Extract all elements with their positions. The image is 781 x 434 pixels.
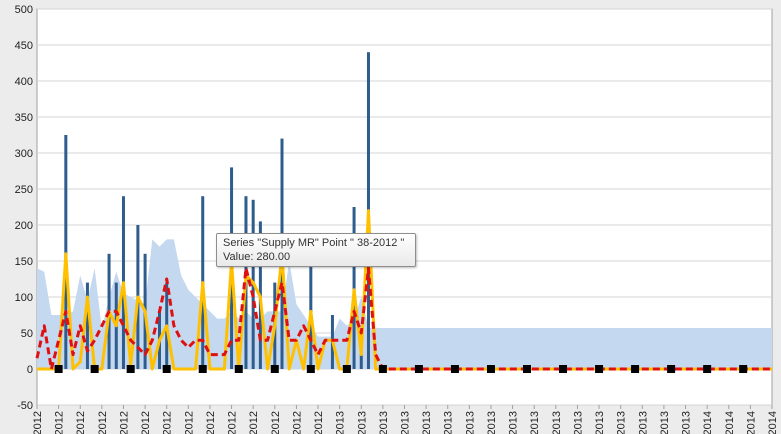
x-tick-label: 39-2013 [594,411,606,434]
x-tick-label: 13-2012 [32,411,44,434]
tooltip-series-line: Series "Supply MR" Point " 38-2012 " [223,237,405,249]
marker-point [162,365,171,373]
marker-point [667,365,676,373]
x-tick-label: 02-2014 [702,411,714,434]
x-tick-label: 42-2013 [616,411,628,434]
x-tick-label: 48-2013 [659,411,671,434]
x-tick-label: 51-2013 [681,411,693,434]
y-tick-label: -50 [17,400,33,412]
x-tick-label: 28-2012 [140,411,152,434]
x-tick-label: 06-2013 [356,411,368,434]
chart-svg: -50 0 50 100 150 200 250 300 350 400 450 500 13-2012… [15,4,779,434]
bar-mark [352,207,356,369]
x-tick-label: 18-2013 [443,411,455,434]
marker-point [90,365,99,373]
x-tick-label: 19-2012 [75,411,87,434]
marker-point [703,365,712,373]
y-tick-label: 450 [15,40,33,52]
x-tick-label: 49-2012 [291,411,303,434]
x-tick-label: 05-2014 [724,411,736,434]
x-tick-label: 40-2012 [227,411,239,434]
x-tick-label: 08-2014 [745,411,757,434]
marker-point [595,365,604,373]
y-tick-label: 400 [15,76,33,88]
x-tick-label: 21-2013 [464,411,476,434]
y-tick-label: 250 [15,184,33,196]
data-tooltip: Series "Supply MR" Point " 38-2012 " Val… [216,233,416,267]
x-tick-label: 36-2013 [572,411,584,434]
x-tick-label: 03-2013 [335,411,347,434]
x-tick-label: 43-2012 [248,411,260,434]
bar-mark [64,135,68,369]
marker-point [270,365,279,373]
x-tick-label: 37-2012 [205,411,217,434]
marker-point [559,365,568,373]
y-tick-label: 150 [15,256,33,268]
y-tick-label: 500 [15,4,33,16]
marker-point [234,365,243,373]
y-tick-label: 300 [15,148,33,160]
x-tick-label: 34-2012 [183,411,195,434]
marker-point [54,365,63,373]
y-tick-label: 100 [15,292,33,304]
x-tick-label: 45-2013 [637,411,649,434]
x-tick-label: 27-2013 [508,411,520,434]
x-tick-label: 31-2012 [162,411,174,434]
x-tick-label: 33-2013 [551,411,563,434]
marker-point [739,365,748,373]
x-tick-label: 12-2013 [400,411,412,434]
marker-point [450,365,459,373]
x-tick-label: 11-2014 [767,411,779,434]
x-tick-label: 24-2013 [486,411,498,434]
x-tick-label: 09-2013 [378,411,390,434]
y-tick-label: 0 [27,364,33,376]
x-tick-label: 15-2013 [421,411,433,434]
marker-point [198,365,207,373]
tooltip-value-line: Value: 280.00 [223,251,291,263]
marker-point [306,365,315,373]
x-tick-label: 30-2013 [529,411,541,434]
marker-point [631,365,640,373]
y-tick-label: 200 [15,220,33,232]
chart-container: -50 0 50 100 150 200 250 300 350 400 450 500 13-2012… [0,0,781,434]
y-tick-label: 350 [15,112,33,124]
x-tick-label: 25-2012 [118,411,130,434]
marker-point [414,365,423,373]
marker-point [486,365,495,373]
x-tick-label: 16-2012 [54,411,66,434]
marker-point [126,365,135,373]
x-tick-label: 46-2012 [270,411,282,434]
marker-point [523,365,531,373]
y-tick-label: 50 [21,328,33,340]
marker-point [378,365,387,373]
bar-mark [359,354,363,369]
marker-point [342,365,351,373]
x-tick-label: 52-2012 [313,411,325,434]
x-tick-label: 22-2012 [97,411,109,434]
